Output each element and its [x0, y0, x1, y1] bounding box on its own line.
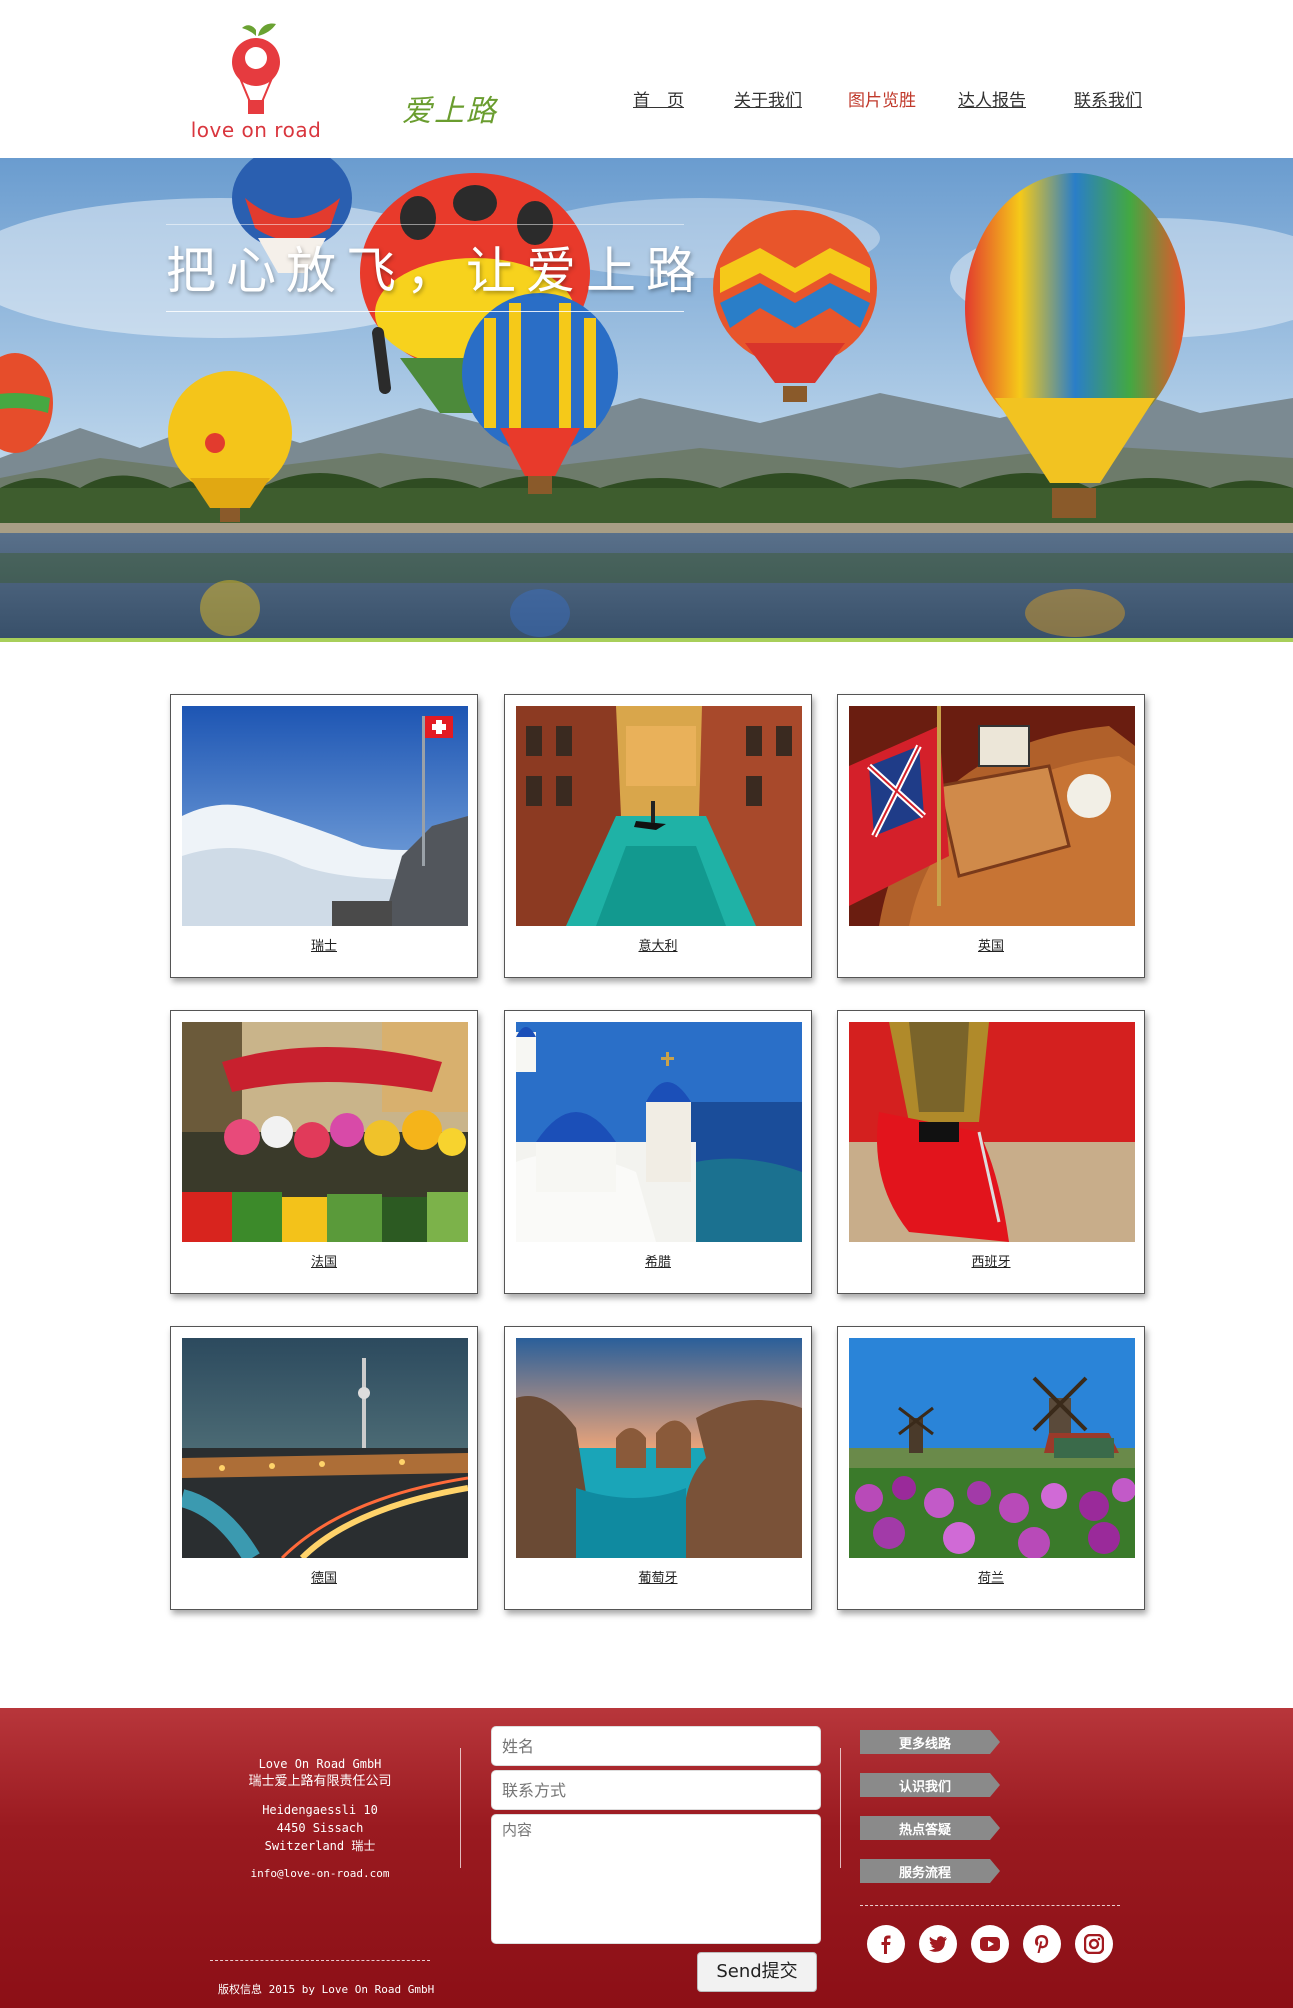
gallery-card-portugal[interactable]: 葡萄牙	[504, 1326, 812, 1610]
gallery-caption[interactable]: 瑞士	[171, 935, 477, 954]
footer-link-label[interactable]: 认识我们	[860, 1776, 990, 1795]
gallery-card-italy[interactable]: 意大利	[504, 694, 812, 978]
footer-link-label[interactable]: 服务流程	[860, 1862, 990, 1881]
pinterest-icon[interactable]	[1023, 1925, 1061, 1963]
main-nav: 首 页 关于我们 图片览胜 达人报告 联系我们	[0, 86, 1293, 111]
address-line: Switzerland 瑞士	[264, 1839, 376, 1853]
footer-link-more-routes[interactable]: 更多线路	[860, 1730, 1000, 1754]
footer-dash-divider	[860, 1905, 1120, 1906]
footer-link-label[interactable]: 热点答疑	[860, 1819, 990, 1838]
matador-cape-photo[interactable]	[849, 1022, 1135, 1242]
gallery-card-uk[interactable]: 英国	[837, 694, 1145, 978]
gallery-card-france[interactable]: 法国	[170, 1010, 478, 1294]
name-field[interactable]	[491, 1726, 821, 1766]
boat-union-jack-photo[interactable]	[849, 706, 1135, 926]
flower-market-photo[interactable]	[182, 1022, 468, 1242]
footer-divider	[460, 1748, 461, 1868]
send-button[interactable]: Send提交	[697, 1952, 817, 1992]
windmill-tulips-photo[interactable]	[849, 1338, 1135, 1558]
gallery-caption[interactable]: 葡萄牙	[505, 1567, 811, 1586]
site-header: love on road 爱上路 首 页 关于我们 图片览胜 达人报告 联系我们	[0, 0, 1293, 158]
footer-link-about[interactable]: 认识我们	[860, 1773, 1000, 1797]
twitter-icon[interactable]	[919, 1925, 957, 1963]
hero-title: 把心放飞，让爱上路	[166, 224, 696, 312]
gallery-caption[interactable]: 希腊	[505, 1251, 811, 1270]
gallery-caption[interactable]: 意大利	[505, 935, 811, 954]
message-field[interactable]	[491, 1814, 821, 1944]
gallery-caption[interactable]: 法国	[171, 1251, 477, 1270]
nav-item-home[interactable]: 首 页	[633, 86, 684, 111]
nav-item-gallery[interactable]: 图片览胜	[848, 86, 916, 111]
footer-link-process[interactable]: 服务流程	[860, 1859, 1000, 1883]
gallery-card-germany[interactable]: 德国	[170, 1326, 478, 1610]
address-line: 4450 Sissach	[276, 1821, 364, 1835]
nav-item-reports[interactable]: 达人报告	[958, 86, 1026, 111]
company-info: Love On Road GmbH 瑞士爱上路有限责任公司 Heidengaes…	[200, 1755, 440, 1883]
gallery-caption[interactable]: 西班牙	[838, 1251, 1144, 1270]
switzerland-mountain-photo[interactable]	[182, 706, 468, 926]
logo[interactable]: love on road	[186, 22, 326, 142]
logo-text: love on road	[190, 118, 322, 142]
santorini-church-photo[interactable]	[516, 1022, 802, 1242]
gallery-card-switzerland[interactable]: 瑞士	[170, 694, 478, 978]
instagram-icon[interactable]	[1075, 1925, 1113, 1963]
algarve-coast-photo[interactable]	[516, 1338, 802, 1558]
company-name-en: Love On Road GmbH	[258, 1757, 382, 1771]
youtube-icon[interactable]	[971, 1925, 1009, 1963]
company-name-cn: 瑞士爱上路有限责任公司	[248, 1774, 392, 1789]
gallery-caption[interactable]: 英国	[838, 935, 1144, 954]
footer-link-label[interactable]: 更多线路	[860, 1733, 990, 1752]
address-line: Heidengaessli 10	[262, 1803, 378, 1817]
nav-item-about[interactable]: 关于我们	[734, 86, 802, 111]
berlin-night-photo[interactable]	[182, 1338, 468, 1558]
footer-link-faq[interactable]: 热点答疑	[860, 1816, 1000, 1840]
gallery-card-spain[interactable]: 西班牙	[837, 1010, 1145, 1294]
venice-canal-photo[interactable]	[516, 706, 802, 926]
nav-item-contact[interactable]: 联系我们	[1074, 86, 1142, 111]
facebook-icon[interactable]	[867, 1925, 905, 1963]
gallery-card-netherlands[interactable]: 荷兰	[837, 1326, 1145, 1610]
email-link[interactable]: info@love-on-road.com	[200, 1865, 440, 1883]
footer-divider	[840, 1748, 841, 1868]
hero-divider	[0, 638, 1293, 642]
contact-field[interactable]	[491, 1770, 821, 1810]
gallery-card-greece[interactable]: 希腊	[504, 1010, 812, 1294]
gallery-caption[interactable]: 荷兰	[838, 1567, 1144, 1586]
gallery-caption[interactable]: 德国	[171, 1567, 477, 1586]
copyright: 版权信息 2015 by Love On Road GmbH	[218, 1983, 435, 1996]
footer-dash-divider	[210, 1960, 430, 1961]
